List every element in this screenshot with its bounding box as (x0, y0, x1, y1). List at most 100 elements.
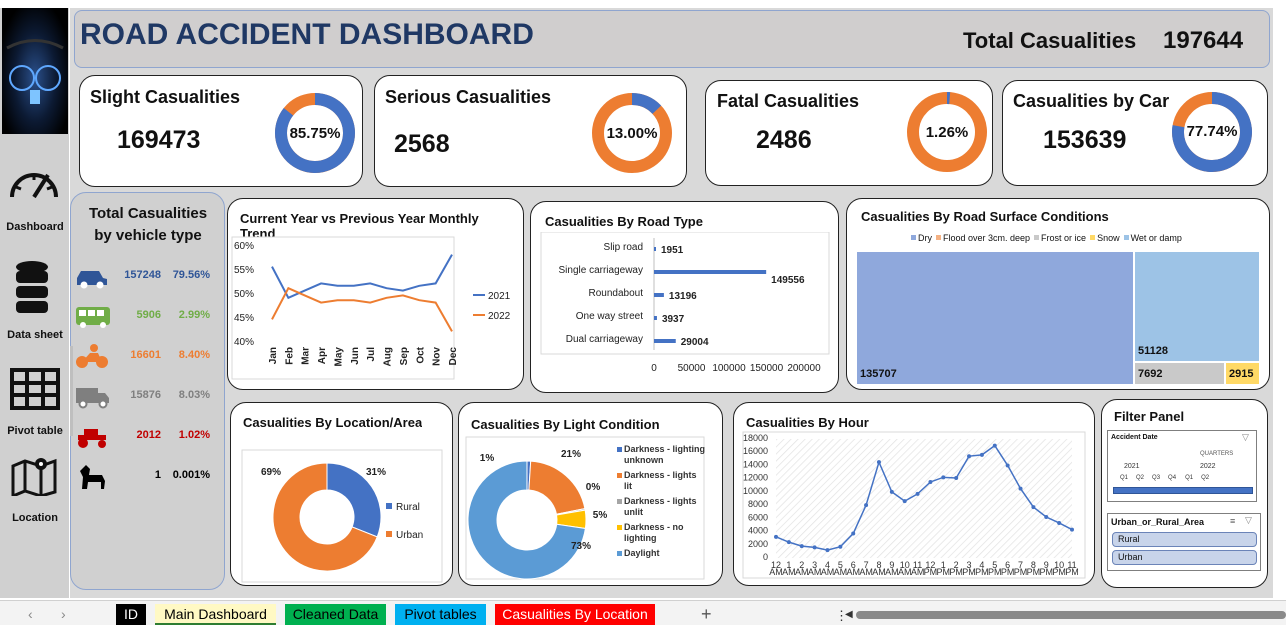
slice-label: 5% (593, 510, 608, 521)
nav-data-sheet[interactable]: Data sheet (0, 329, 70, 341)
chart-title: Casualities By Road Surface Conditions (861, 209, 1109, 224)
hourly-point (902, 499, 907, 504)
x-tick-label: Jan (268, 347, 279, 364)
hourly-point (979, 452, 984, 457)
tab-cleaned-data[interactable]: Cleaned Data (285, 604, 386, 625)
treemap-cell-wet-or-damp: 51128 (1134, 251, 1260, 362)
nav-dashboard[interactable]: Dashboard (0, 221, 70, 233)
x-tick-ampm: PM (1001, 567, 1015, 577)
table-nav-icon[interactable] (10, 368, 60, 415)
kpi-card-car: Casualities by Car 153639 77.74% (1002, 80, 1268, 186)
x-tick-ampm: AM (872, 567, 886, 577)
date-timeline-slicer[interactable]: Accident Date ▽ QUARTERS 2021 2022 Q1 Q2 Q… (1107, 430, 1257, 502)
x-tick-ampm: PM (962, 567, 976, 577)
quarter-label[interactable]: Q3 (1152, 475, 1160, 481)
bar (654, 270, 767, 274)
dashboard-nav-icon[interactable] (8, 157, 60, 212)
quarter-label[interactable]: Q1 (1120, 475, 1128, 481)
location-area-card: Casualities By Location/Area 31% 69% Rural… (230, 402, 453, 586)
kpi-value: 2568 (394, 130, 450, 158)
quarter-label[interactable]: Q1 (1185, 475, 1193, 481)
quarter-label[interactable]: Q4 (1168, 475, 1176, 481)
hourly-point (786, 540, 791, 545)
area-slicer-label: Urban_or_Rural_Area (1111, 517, 1205, 527)
bar-category-label: Slip road (604, 242, 643, 253)
light-donut-chart: 1% 21% 0% 5% 73% Darkness - lightingunknown Da… (465, 436, 705, 580)
x-tick-ampm: PM (924, 567, 938, 577)
database-nav-icon[interactable] (15, 261, 49, 320)
y-tick-label: 2000 (748, 539, 768, 549)
area-option-urban[interactable]: Urban (1112, 550, 1257, 565)
date-slicer-label: Accident Date (1111, 434, 1158, 441)
tab-casualties-by-location[interactable]: Casualities By Location (495, 604, 655, 625)
horizontal-scrollbar[interactable] (856, 611, 1286, 619)
vehicle-count: 157248 (124, 269, 161, 281)
legend-label: Urban (396, 530, 423, 541)
x-tick-label: Jun (350, 347, 361, 365)
x-tick-label: 0 (651, 363, 657, 374)
map-nav-icon[interactable] (11, 456, 57, 501)
y-tick-label: 60% (234, 241, 254, 252)
treemap-cell-snow: 2915 (1225, 362, 1260, 385)
legend-label: Daylight (624, 548, 660, 558)
vehicle-row: 15876 8.03% (74, 381, 218, 411)
tab-id[interactable]: ID (116, 604, 146, 625)
vehicle-panel-title: Total Casualities by vehicle type (74, 203, 222, 247)
kpi-title: Slight Casualities (90, 87, 241, 107)
quarter-label[interactable]: Q2 (1136, 475, 1144, 481)
quarter-label[interactable]: Q2 (1201, 475, 1209, 481)
scroll-bar-left-icon[interactable]: ◀ (845, 609, 853, 620)
bar (654, 247, 656, 251)
x-tick-ampm: PM (949, 567, 963, 577)
legend-label: Snow (1097, 233, 1120, 243)
vehicle-count: 5906 (136, 309, 161, 321)
bar-category-label: Single carriageway (559, 265, 644, 276)
quarters-label: QUARTERS (1200, 451, 1234, 457)
hourly-point (915, 491, 920, 496)
legend-label: 2021 (488, 291, 511, 302)
add-sheet-icon[interactable]: + (701, 604, 712, 625)
bar (654, 293, 664, 297)
x-tick-ampm: AM (885, 567, 899, 577)
location-donut-chart: 31% 69% Rural Urban (241, 449, 443, 583)
bar-category-label: Roundabout (589, 288, 644, 299)
x-tick-label: Dec (448, 347, 459, 366)
truck-icon (76, 388, 109, 409)
vehicle-percent: 1.02% (178, 429, 210, 441)
filter-clear-icon[interactable]: ▽ (1245, 515, 1252, 526)
legend-label-cont: unlit (624, 507, 643, 517)
vehicle-row: 157248 79.56% (74, 261, 218, 291)
hourly-point (851, 531, 856, 536)
y-tick-label: 45% (234, 313, 254, 324)
multi-select-icon[interactable]: ≡ (1230, 516, 1235, 526)
x-tick-label: 50000 (678, 363, 706, 374)
x-tick-ampm: AM (898, 567, 912, 577)
total-casualties-label: Total Casualities (963, 28, 1137, 53)
legend-label: Rural (396, 502, 420, 513)
nav-location[interactable]: Location (0, 512, 70, 524)
x-tick-label: 200000 (787, 363, 821, 374)
motorcycle-icon (76, 344, 108, 368)
y-tick-label: 55% (234, 265, 254, 276)
timeline-bar[interactable] (1113, 487, 1253, 494)
vehicle-row: 16601 8.40% (74, 341, 218, 371)
area-option-rural[interactable]: Rural (1112, 532, 1257, 547)
hourly-point (954, 476, 959, 481)
nav-pivot-table[interactable]: Pivot table (0, 425, 70, 437)
y-tick-label: 40% (234, 337, 254, 348)
scroll-left-icon[interactable]: ‹ (28, 606, 33, 622)
monthly-trend-card: Current Year vs Previous Year Monthly Tr… (227, 198, 524, 390)
x-tick-label: Oct (415, 346, 426, 363)
road-surface-card: Casualities By Road Surface Conditions D… (846, 198, 1270, 390)
legend-swatch (617, 499, 622, 504)
hourly-point (941, 475, 946, 480)
kpi-percent: 85.75% (289, 125, 341, 142)
scroll-right-icon[interactable]: › (61, 606, 66, 622)
filter-clear-icon[interactable]: ▽ (1242, 432, 1249, 443)
tab-pivot-tables[interactable]: Pivot tables (395, 604, 486, 625)
treemap-cell-frost-or-ice: 7692 (1134, 362, 1225, 385)
x-tick-ampm: PM (1014, 567, 1028, 577)
vehicle-percent: 79.56% (172, 269, 210, 281)
legend-item: Snow (1086, 233, 1120, 243)
tab-main-dashboard[interactable]: Main Dashboard (155, 604, 276, 625)
